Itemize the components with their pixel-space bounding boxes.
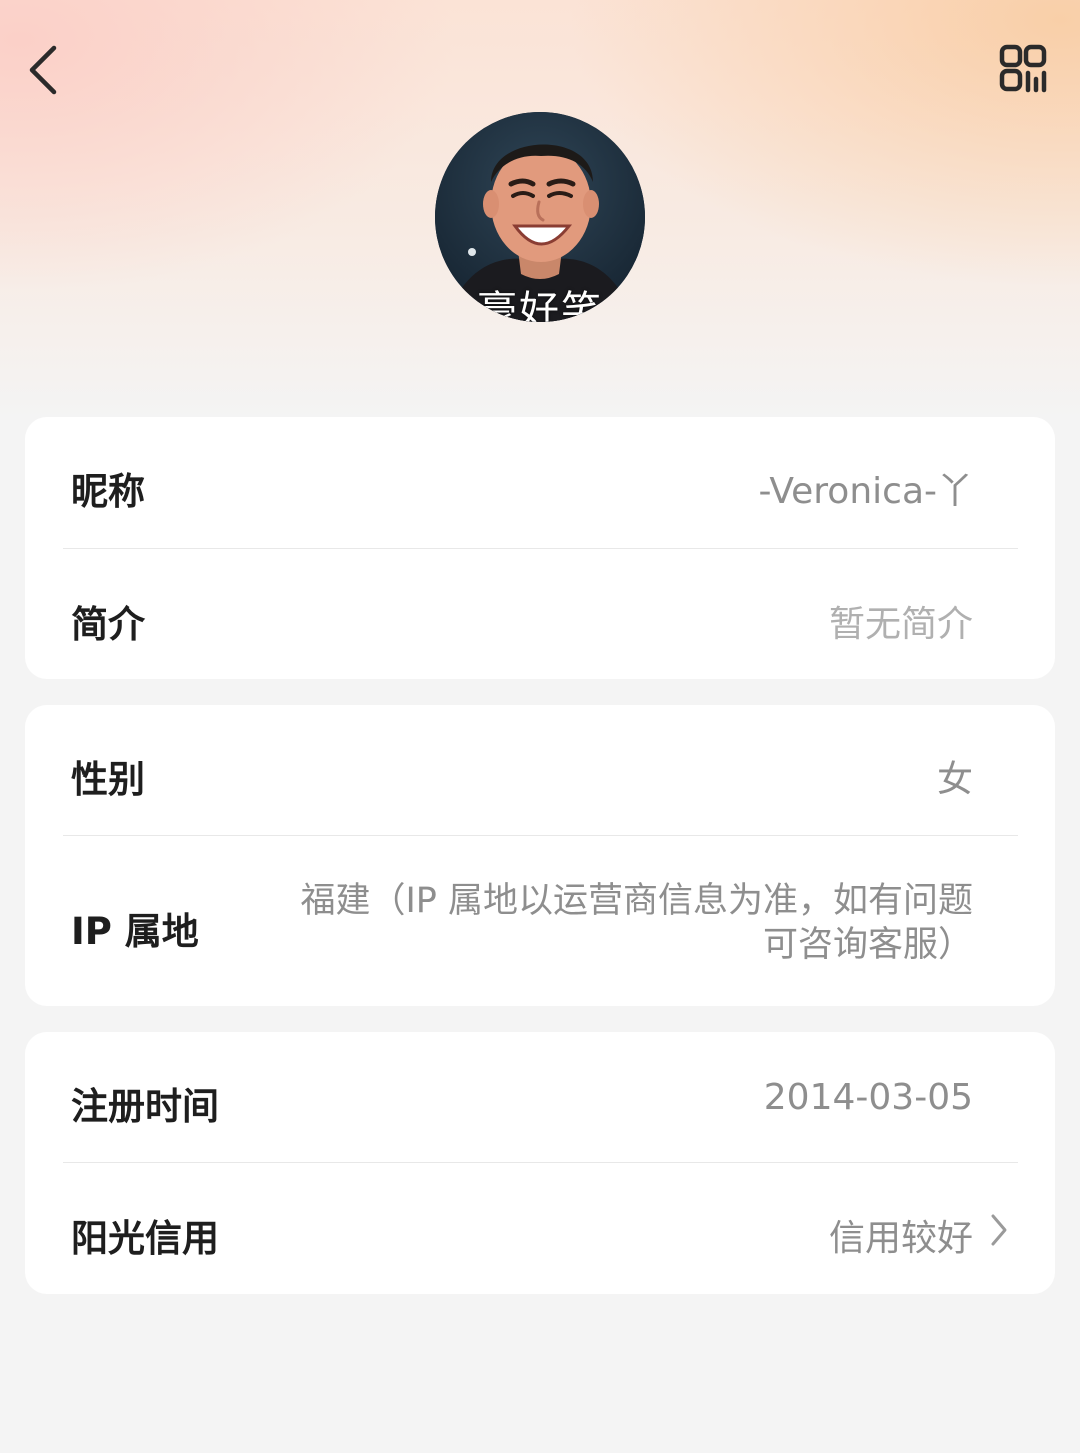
chevron-right-icon xyxy=(991,1214,1007,1246)
qr-code-icon xyxy=(999,44,1047,93)
sunshine-credit-value: 信用较好 xyxy=(828,1218,973,1259)
sunshine-credit-label: 阳光信用 xyxy=(71,1217,219,1260)
row-nickname[interactable]: 昵称 -Veronica-丫 xyxy=(25,417,1055,548)
row-register-time: 注册时间 2014-03-05 xyxy=(25,1032,1055,1162)
ip-location-label: IP 属地 xyxy=(71,910,199,953)
register-time-label: 注册时间 xyxy=(71,1085,219,1128)
avatar[interactable]: 豪好笑 xyxy=(435,112,645,322)
row-ip-location: IP 属地 福建（IP 属地以运营商信息为准，如有问题 可咨询客服） xyxy=(25,835,1055,1006)
ip-location-value-line2: 可咨询客服） xyxy=(762,925,973,965)
ip-location-value: 福建（IP 属地以运营商信息为准，如有问题 可咨询客服） xyxy=(253,879,973,967)
bio-label: 简介 xyxy=(71,603,145,646)
row-gender[interactable]: 性别 女 xyxy=(25,705,1055,835)
card-account-info: 注册时间 2014-03-05 阳光信用 信用较好 xyxy=(25,1032,1055,1294)
back-button[interactable] xyxy=(22,40,72,100)
ip-location-value-line1: 福建（IP 属地以运营商信息为准，如有问题 xyxy=(300,881,973,921)
bio-value: 暂无简介 xyxy=(828,604,973,645)
avatar-caption: 豪好笑 xyxy=(477,288,603,322)
nickname-value: -Veronica-丫 xyxy=(758,471,973,512)
nickname-label: 昵称 xyxy=(71,470,145,513)
register-time-value: 2014-03-05 xyxy=(763,1077,973,1118)
card-personal-info: 性别 女 IP 属地 福建（IP 属地以运营商信息为准，如有问题 可咨询客服） xyxy=(25,705,1055,1006)
gender-value: 女 xyxy=(936,759,973,800)
gender-label: 性别 xyxy=(71,758,145,801)
chevron-left-icon xyxy=(29,45,57,95)
qr-code-button[interactable] xyxy=(996,42,1054,100)
row-bio[interactable]: 简介 暂无简介 xyxy=(25,548,1055,679)
card-basic-info: 昵称 -Veronica-丫 简介 暂无简介 xyxy=(25,417,1055,679)
row-sunshine-credit[interactable]: 阳光信用 信用较好 xyxy=(25,1162,1055,1294)
